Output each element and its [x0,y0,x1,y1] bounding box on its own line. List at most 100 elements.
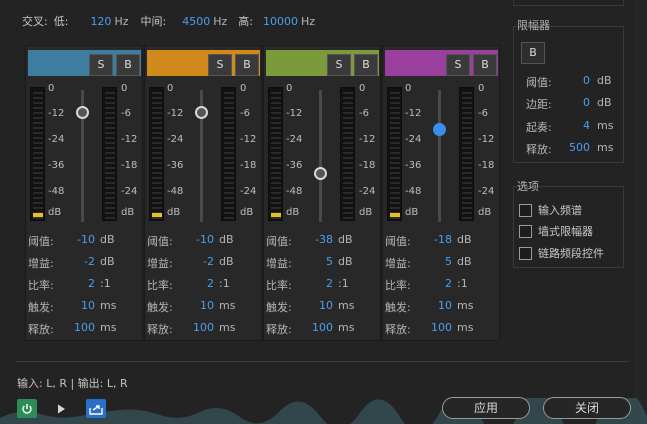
solo-button[interactable]: S [446,54,470,76]
input-level-meter [268,87,283,221]
limiter-margin-row: 边距: 0 dB [526,96,616,112]
gain-value[interactable]: -2 [203,255,214,268]
ratio-label: 比率: [147,279,173,292]
db-scale-left: 0 -12 -24 -36 -48 dB [286,83,316,223]
ratio-row: 比率: 2:1 [385,273,497,295]
band-parameters: 阈值: -10 dB 增益: -2 dB 比率: 2:1 触发: 10 ms 释放: 100 ms [28,229,140,339]
band-header: SB [266,50,379,76]
threshold-slider-knob[interactable] [195,105,208,119]
threshold-slider-knob[interactable] [433,123,446,137]
limiter-margin-value[interactable]: 0 [583,96,590,109]
ratio-value[interactable]: 2 [326,277,333,290]
bypass-button[interactable]: B [473,54,497,76]
attack-unit: ms [338,299,355,312]
export-icon[interactable] [86,399,106,418]
threshold-value[interactable]: -38 [315,233,333,246]
solo-button[interactable]: S [327,54,351,76]
scale-tick-label: -18 [121,160,138,171]
threshold-slider-knob[interactable] [76,105,89,119]
gain-value[interactable]: 5 [445,255,452,268]
power-icon[interactable] [17,399,37,418]
threshold-value[interactable]: -10 [196,233,214,246]
limiter-release-value[interactable]: 500 [569,141,590,154]
scale-tick-label: -6 [121,108,131,119]
threshold-value[interactable]: -18 [434,233,452,246]
release-value[interactable]: 100 [193,321,214,334]
crossover-high-value[interactable]: 10000 [263,15,298,28]
scale-tick-label: -12 [240,134,257,145]
crossover-mid-unit: Hz [213,14,228,28]
checkbox[interactable] [519,203,532,217]
ratio-row: 比率: 2:1 [147,273,259,295]
threshold-row: 阈值: -10 dB [147,229,259,251]
scale-tick-label: dB [121,207,135,218]
scale-tick-label: dB [167,207,181,218]
crossover-low-value[interactable]: 120 [90,15,111,28]
limiter-attack-value[interactable]: 4 [583,119,590,132]
threshold-slider-track[interactable] [438,90,441,222]
scale-tick-label: -36 [405,160,422,171]
gain-value[interactable]: 5 [326,255,333,268]
bypass-button[interactable]: B [354,54,378,76]
attack-value[interactable]: 10 [438,299,452,312]
gain-reduction-meter [459,87,474,221]
option-link-band-controls[interactable]: 链路频段控件 [519,245,604,261]
checkbox[interactable] [519,224,532,238]
threshold-slider-knob[interactable] [314,166,327,180]
limiter-threshold-value[interactable]: 0 [583,74,590,87]
bypass-button[interactable]: B [235,54,259,76]
release-value[interactable]: 100 [431,321,452,334]
solo-button[interactable]: S [89,54,113,76]
solo-button[interactable]: S [208,54,232,76]
scale-tick-label: 0 [405,83,412,94]
attack-label: 触发: [147,301,173,314]
play-icon[interactable] [51,399,71,418]
attack-value[interactable]: 10 [319,299,333,312]
gain-row: 增益: 5 dB [266,251,378,273]
option-label: 墙式限幅器 [538,225,593,238]
apply-button[interactable]: 应用 [442,397,530,419]
right-edge [634,0,647,424]
scale-tick-label: dB [405,207,419,218]
limiter-attack-row: 起奏: 4 ms [526,119,616,135]
threshold-slider-track[interactable] [319,90,322,222]
option-input-spectrum[interactable]: 输入频谱 [519,202,582,218]
scale-tick-label: -36 [48,160,65,171]
db-scale-right: 0 -6 -12 -18 -24 dB [478,83,508,223]
release-value[interactable]: 100 [74,321,95,334]
gain-label: 增益: [147,257,173,270]
db-scale-left: 0 -12 -24 -36 -48 dB [48,83,78,223]
checkbox[interactable] [519,246,532,260]
ratio-value[interactable]: 2 [207,277,214,290]
attack-value[interactable]: 10 [200,299,214,312]
attack-unit: ms [457,299,474,312]
band-4: S B 0 -12 -24 -36 -48 dB 0 -6 -12 -18 -24 dB 阈值: -18 dB 增… [382,45,500,341]
bypass-button[interactable]: B [116,54,140,76]
scale-tick-label: -36 [167,160,184,171]
attack-label: 触发: [266,301,292,314]
ratio-value[interactable]: 2 [88,277,95,290]
scale-tick-label: -48 [167,186,184,197]
limiter-bypass-button[interactable]: B [521,42,545,64]
scale-tick-label: dB [359,207,373,218]
release-value[interactable]: 100 [312,321,333,334]
ratio-label: 比率: [266,279,292,292]
attack-label: 触发: [385,301,411,314]
scale-tick-label: 0 [167,83,174,94]
crossover-bar: 交叉: 低: 120 Hz 中间: 4500 Hz 高: 10000 Hz [22,13,315,29]
ratio-value[interactable]: 2 [445,277,452,290]
gain-value[interactable]: -2 [84,255,95,268]
scale-tick-label: 0 [359,83,366,94]
close-button[interactable]: 关闭 [543,397,631,419]
limiter-threshold-label: 阈值: [526,76,552,89]
scale-tick-label: dB [240,207,254,218]
scale-tick-label: -48 [405,186,422,197]
crossover-mid-value[interactable]: 4500 [182,15,210,28]
level-indicator [271,213,281,217]
db-scale-left: 0 -12 -24 -36 -48 dB [405,83,435,223]
option-brickwall-limiter[interactable]: 墙式限幅器 [519,223,593,239]
threshold-value[interactable]: -10 [77,233,95,246]
attack-value[interactable]: 10 [81,299,95,312]
db-scale-left: 0 -12 -24 -36 -48 dB [167,83,197,223]
release-row: 释放: 100 ms [28,317,140,339]
